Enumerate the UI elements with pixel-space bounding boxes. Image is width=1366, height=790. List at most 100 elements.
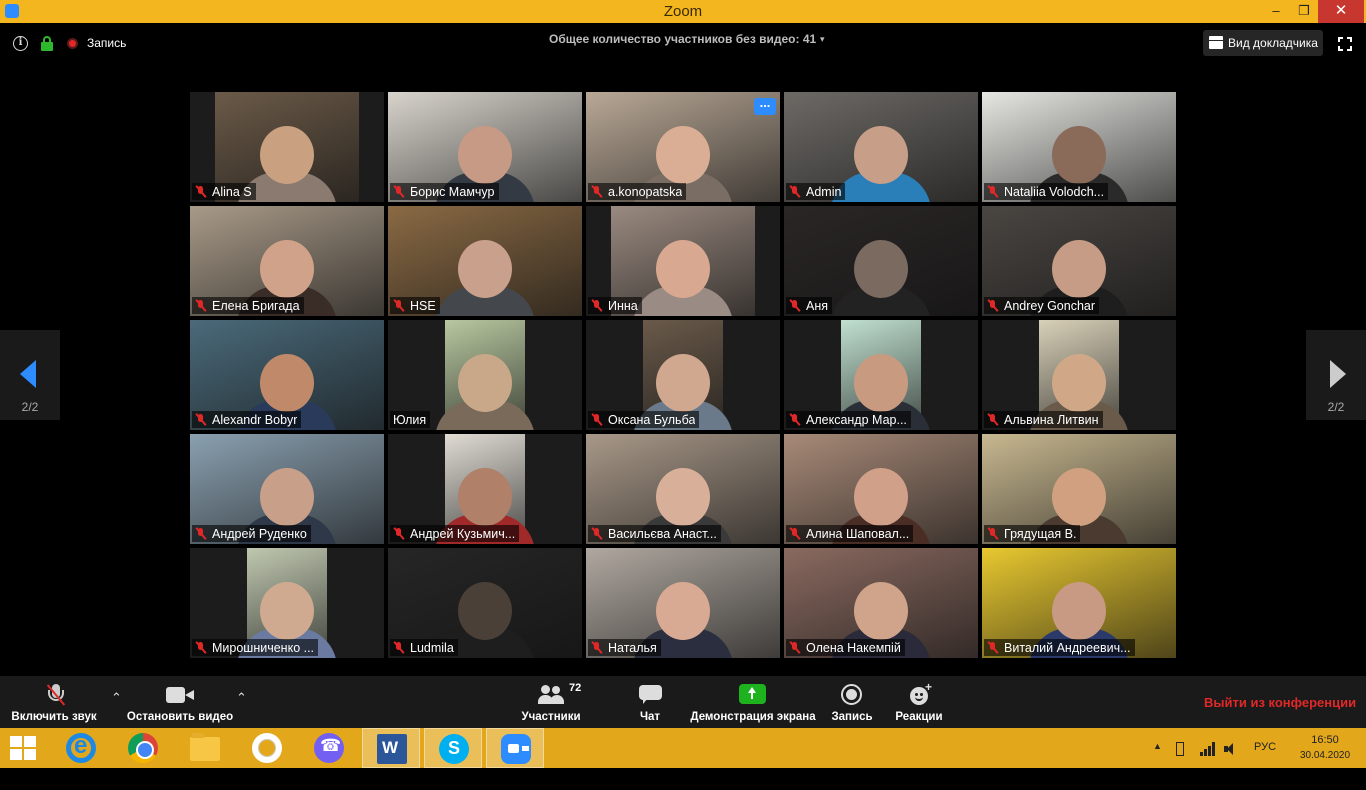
taskbar-opera[interactable] [238, 728, 296, 768]
network-signal-icon[interactable] [1200, 742, 1216, 756]
taskbar-word[interactable] [362, 728, 420, 768]
mic-muted-icon [393, 299, 405, 312]
participant-name: Олена Накемпій [806, 640, 901, 655]
no-video-count[interactable]: Общее количество участников без видео: 4… [549, 32, 816, 46]
battery-icon[interactable] [1176, 742, 1184, 756]
fullscreen-icon[interactable] [1338, 37, 1352, 51]
participant-name: Ludmila [410, 640, 454, 655]
clock-date[interactable]: 30.04.2020 [1296, 750, 1354, 790]
close-button[interactable]: ✕ [1318, 0, 1364, 23]
mic-muted-icon [195, 185, 207, 198]
previous-page-button[interactable]: 2/2 [0, 330, 60, 420]
taskbar-internet-explorer[interactable] [52, 728, 110, 768]
mic-muted-icon [987, 185, 999, 198]
participant-face [260, 582, 314, 640]
participant-tile[interactable]: Аня [784, 206, 978, 316]
volume-icon[interactable] [1224, 742, 1238, 756]
mic-muted-icon [789, 299, 801, 312]
participant-tile[interactable]: Мирошниченко ... [190, 548, 384, 658]
video-options-caret-icon[interactable]: ⌃ [236, 690, 247, 706]
page-indicator: 2/2 [21, 400, 39, 414]
maximize-button[interactable]: ❐ [1290, 0, 1318, 23]
taskbar-zoom[interactable] [486, 728, 544, 768]
participant-face [260, 240, 314, 298]
speaker-view-button[interactable]: Вид докладчика [1203, 30, 1323, 56]
mic-muted-icon [195, 641, 207, 654]
participant-tile[interactable]: Андрей Кузьмич... [388, 434, 582, 544]
participant-tile[interactable]: Оксана Бульба [586, 320, 780, 430]
participant-tile[interactable]: Nataliia Volodch... [982, 92, 1176, 202]
participant-tile[interactable]: Виталий Андреевич... [982, 548, 1176, 658]
participant-name: Альвина Литвин [1004, 412, 1099, 427]
participant-tile[interactable]: Admin [784, 92, 978, 202]
input-language[interactable]: РУС [1254, 741, 1276, 781]
participant-name: Елена Бригада [212, 298, 300, 313]
mic-muted-icon [591, 185, 603, 198]
chevron-down-icon[interactable]: ▾ [820, 34, 825, 45]
participant-tile[interactable]: Инна [586, 206, 780, 316]
mic-muted-icon [393, 185, 405, 198]
participant-tile[interactable]: Наталья [586, 548, 780, 658]
participant-face [1052, 468, 1106, 526]
participant-face [656, 240, 710, 298]
record-button[interactable]: Запись [826, 676, 878, 728]
minimize-button[interactable]: – [1262, 0, 1290, 23]
info-icon[interactable]: i [13, 36, 28, 51]
participant-tile[interactable]: Елена Бригада [190, 206, 384, 316]
taskbar-file-explorer[interactable] [176, 728, 234, 768]
participant-tile[interactable]: HSE [388, 206, 582, 316]
taskbar-viber[interactable] [300, 728, 358, 768]
stop-video-button[interactable]: Остановить видео [126, 676, 234, 728]
participants-button[interactable]: 72 Участники [516, 676, 586, 728]
participant-face [458, 582, 512, 640]
participant-tile[interactable]: Борис Мамчур [388, 92, 582, 202]
participant-tile[interactable]: ... a.konopatska [586, 92, 780, 202]
record-icon [841, 684, 862, 705]
participant-name: Алина Шаповал... [806, 526, 910, 541]
participant-name-bar: Олена Накемпій [786, 639, 905, 656]
speaker-view-icon [1209, 36, 1223, 49]
participant-tile[interactable]: Andrey Gonchar [982, 206, 1176, 316]
participant-tile[interactable]: Алина Шаповал... [784, 434, 978, 544]
show-hidden-icons-icon[interactable]: ▲ [1153, 741, 1162, 781]
page-indicator: 2/2 [1327, 400, 1345, 414]
audio-options-caret-icon[interactable]: ⌃ [111, 690, 122, 706]
participant-name: Юлия [393, 412, 427, 427]
reactions-button[interactable]: + Реакции [892, 676, 946, 728]
participant-tile[interactable]: Юлия [388, 320, 582, 430]
chat-button[interactable]: Чат [626, 676, 674, 728]
opera-icon [252, 733, 282, 763]
participant-tile[interactable]: Ludmila [388, 548, 582, 658]
taskbar-skype[interactable] [424, 728, 482, 768]
participant-tile[interactable]: Alina S [190, 92, 384, 202]
participant-tile[interactable]: Олена Накемпій [784, 548, 978, 658]
participant-tile[interactable]: Андрей Руденко [190, 434, 384, 544]
lock-icon[interactable] [41, 36, 53, 51]
participant-tile[interactable]: Альвина Литвин [982, 320, 1176, 430]
participant-name: Alexandr Bobyr [212, 412, 298, 427]
participant-tile[interactable]: Alexandr Bobyr [190, 320, 384, 430]
unmute-button[interactable]: Включить звук [2, 676, 106, 728]
participant-face [458, 468, 512, 526]
share-screen-button[interactable]: Демонстрация экрана [690, 676, 816, 728]
start-button[interactable] [0, 728, 48, 768]
participant-face [854, 354, 908, 412]
participant-name: Nataliia Volodch... [1004, 184, 1105, 199]
participant-face [458, 240, 512, 298]
participant-tile[interactable]: Александр Мар... [784, 320, 978, 430]
unmute-label: Включить звук [11, 711, 97, 723]
mic-muted-icon [789, 641, 801, 654]
participant-face [458, 354, 512, 412]
participant-name-bar: Alexandr Bobyr [192, 411, 302, 428]
taskbar-chrome[interactable] [114, 728, 172, 768]
window-title: Zoom [663, 3, 703, 20]
participant-name-bar: Борис Мамчур [390, 183, 499, 200]
participant-tile[interactable]: Васильєва Анаст... [586, 434, 780, 544]
more-options-icon[interactable]: ... [754, 96, 776, 115]
chrome-icon [128, 733, 158, 763]
participant-face [260, 468, 314, 526]
next-page-button[interactable]: 2/2 [1306, 330, 1366, 420]
participant-tile[interactable]: Грядущая В. [982, 434, 1176, 544]
leave-meeting-button[interactable]: Выйти из конференции [1204, 695, 1356, 710]
participant-name: HSE [410, 298, 436, 313]
